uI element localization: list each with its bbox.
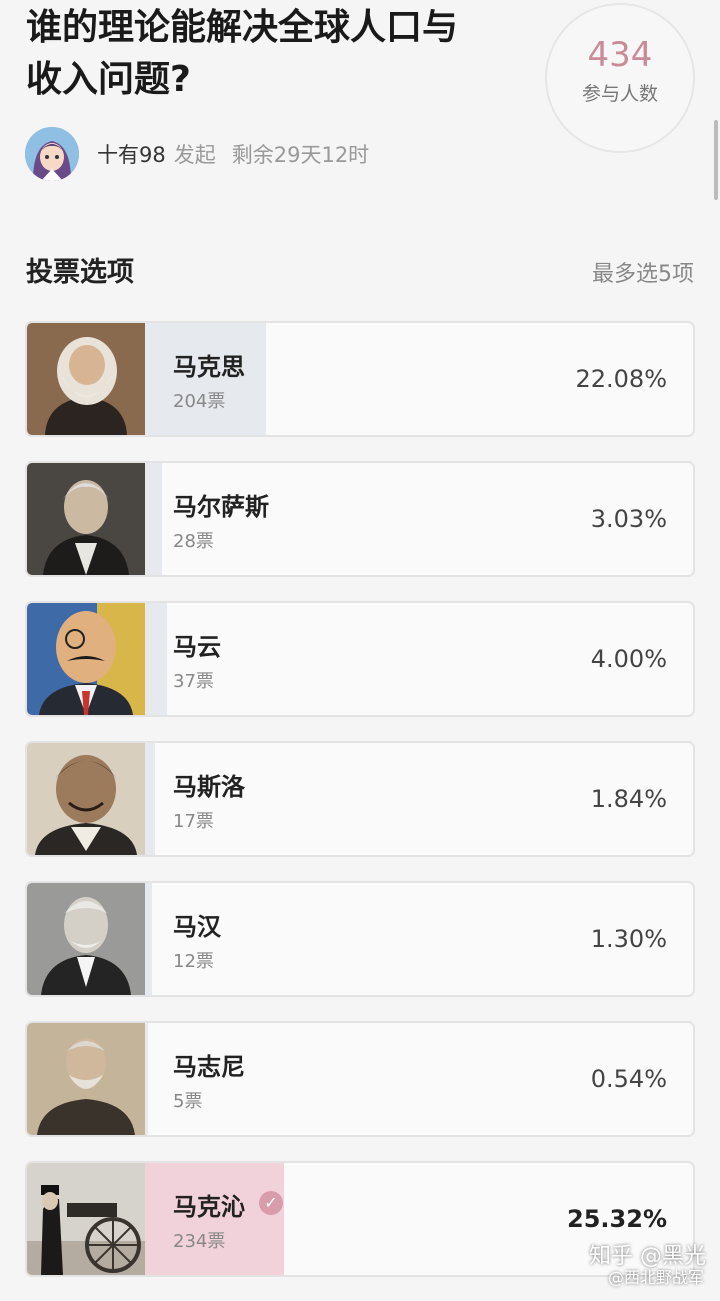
option-percent: 1.30% [590,925,667,953]
option-name: 马尔萨斯 [173,493,269,521]
option-portrait [27,323,145,435]
participants-count-badge: 434 参与人数 [545,3,695,153]
option-portrait [27,883,145,995]
vote-share-bar [145,1023,148,1135]
option-portrait [27,743,145,855]
vote-share-bar [145,743,155,855]
option-votes: 12票 [173,951,214,972]
watermark-weibo: @西北野战军 [607,1268,704,1287]
option-name: 马斯洛 [173,773,245,801]
option-votes: 28票 [173,531,214,552]
participants-count: 434 [587,35,653,75]
option-portrait [27,1163,145,1275]
option-percent: 3.03% [590,505,667,533]
vote-share-bar [145,603,167,715]
author-row: 十有98 发起 剩余29天12时 [25,126,369,182]
author-action: 发起 [173,143,216,167]
option-votes: 204票 [173,391,226,412]
poll-option[interactable]: 马斯洛 17票 1.84% [25,741,695,857]
section-title: 投票选项 [26,257,134,288]
option-votes: 37票 [173,671,214,692]
poll-options: 马克思 204票 22.08% 马尔萨斯 28票 3.03% 马云 37票 4.… [25,321,695,1301]
poll-title: 谁的理论能解决全球人口与 收入问题? [26,7,459,100]
option-name: 马云 [173,633,221,661]
poll-option[interactable]: 马志尼 5票 0.54% [25,1021,695,1137]
max-select-hint: 最多选5项 [592,262,694,287]
voted-check-icon: ✓ [259,1191,283,1215]
vote-share-bar [145,883,152,995]
poll-option[interactable]: 马克思 204票 22.08% [25,321,695,437]
scrollbar[interactable] [714,120,718,200]
poll-option[interactable]: 马尔萨斯 28票 3.03% [25,461,695,577]
option-name: 马汉 [173,913,221,941]
option-percent: 4.00% [590,645,667,673]
vote-share-bar [145,463,162,575]
option-portrait [27,603,145,715]
poll-option[interactable]: 马云 37票 4.00% [25,601,695,717]
option-name: 马克思 [173,353,245,381]
option-votes: 234票 [173,1231,226,1252]
option-portrait [27,1023,145,1135]
option-votes: 5票 [173,1091,203,1112]
poll-option[interactable]: 马汉 12票 1.30% [25,881,695,997]
time-remaining: 剩余29天12时 [231,143,370,167]
option-name: 马克沁 [173,1193,245,1221]
option-portrait [27,463,145,575]
author-avatar[interactable] [25,127,79,181]
participants-label: 参与人数 [581,83,658,105]
option-percent: 0.54% [590,1065,667,1093]
option-name: 马志尼 [173,1053,245,1081]
option-percent: 22.08% [575,365,667,393]
option-percent: 25.32% [567,1205,667,1233]
author-name[interactable]: 十有98 [97,139,166,169]
option-percent: 1.84% [590,785,667,813]
option-votes: 17票 [173,811,214,832]
